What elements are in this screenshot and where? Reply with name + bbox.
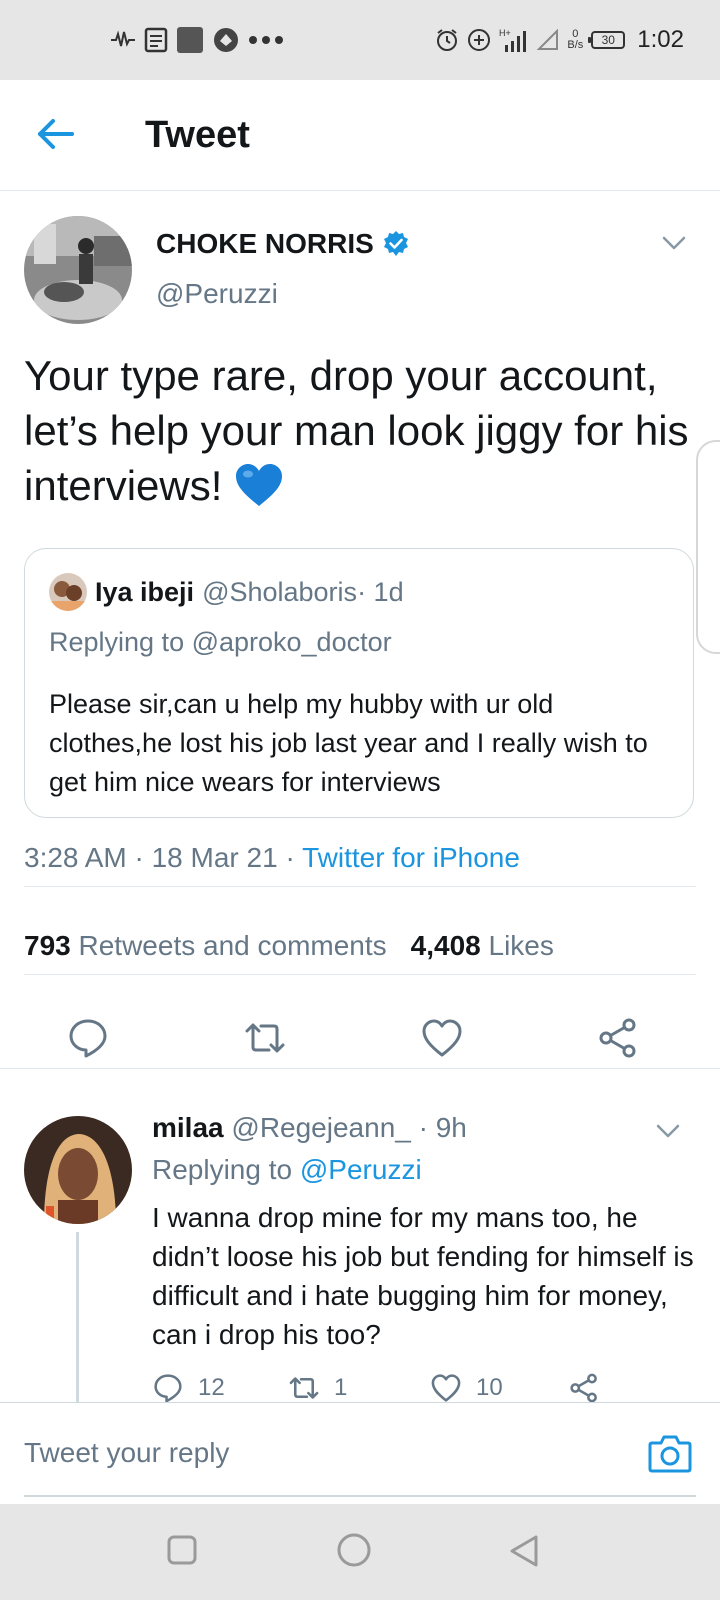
quoted-text: Please sir,can u help my hubby with ur o… [49, 689, 648, 797]
replying-prefix: Replying to [152, 1154, 300, 1185]
share-icon [599, 1018, 636, 1058]
quoted-replying-to: Replying to @aproko_doctor [49, 627, 392, 657]
reply-author-name[interactable]: milaa [152, 1112, 224, 1143]
quoted-tweet-header: Iya ibeji @Sholaboris · 1d [49, 573, 404, 611]
recents-button[interactable] [166, 1534, 198, 1571]
retweet-button[interactable] [243, 1016, 287, 1060]
divider [24, 886, 696, 887]
signal-icon: H+ [499, 27, 529, 53]
comment-icon [69, 1019, 107, 1058]
status-bar-right: H+ 0 B/s 30 1:02 [435, 24, 684, 56]
thread-line [76, 1232, 79, 1402]
reply-menu-button[interactable] [656, 1124, 680, 1143]
circle-icon [337, 1533, 371, 1567]
status-bar-left [110, 24, 284, 56]
signal-empty-icon [537, 29, 559, 51]
reply-text: I wanna drop mine for my mans too, he di… [152, 1202, 694, 1350]
share-button[interactable] [596, 1016, 640, 1060]
likes-stat[interactable]: 4,408 Likes [411, 930, 554, 962]
camera-icon [648, 1435, 692, 1473]
chevron-down-icon [656, 1124, 680, 1138]
reply-retweet-count: 1 [334, 1374, 348, 1401]
clock: 1:02 [637, 26, 684, 53]
replying-to-link[interactable]: @Peruzzi [300, 1154, 422, 1185]
comment-icon [154, 1374, 182, 1402]
reply-like-count: 10 [476, 1374, 503, 1401]
retweets-label: Retweets and comments [78, 930, 387, 961]
verified-badge-icon [383, 231, 408, 256]
retweet-icon [289, 1377, 319, 1399]
tweet-source-link[interactable]: Twitter for iPhone [302, 842, 520, 873]
reply-like-button[interactable]: 10 [430, 1372, 503, 1402]
status-bar: H+ 0 B/s 30 1:02 [0, 0, 720, 80]
author-name-row[interactable]: CHOKE NORRIS [156, 228, 410, 260]
likes-label: Likes [488, 930, 554, 961]
system-nav-bar [0, 1504, 720, 1600]
reply-retweet-button[interactable]: 1 [288, 1372, 347, 1402]
back-arrow-icon [38, 119, 74, 149]
square-app-icon [176, 26, 204, 54]
blue-heart-emoji [234, 462, 284, 521]
net-speed-unit: B/s [567, 39, 584, 51]
tweet-action-bar [0, 1016, 720, 1072]
reply-replying-to: Replying to @Peruzzi [152, 1154, 422, 1186]
reply-comment-count: 12 [198, 1374, 225, 1401]
tweet-text: Your type rare, drop your account, let’s… [24, 348, 694, 521]
page-title: Tweet [145, 114, 250, 156]
divider [24, 974, 696, 975]
quoted-avatar [49, 573, 87, 611]
heart-icon [431, 1374, 461, 1402]
retweet-icon [245, 1023, 285, 1053]
author-handle[interactable]: @Peruzzi [156, 278, 278, 310]
retweets-stat[interactable]: 793 Retweets and comments [24, 930, 387, 962]
reply-button[interactable] [66, 1016, 110, 1060]
tweet-stats: 793 Retweets and comments 4,408 Likes [24, 930, 554, 962]
composer-underline [24, 1495, 696, 1497]
reply-composer: Tweet your reply [0, 1402, 720, 1505]
data-saver-icon [467, 28, 491, 52]
heart-icon [422, 1019, 462, 1057]
alarm-icon [435, 28, 459, 52]
back-button[interactable] [36, 116, 76, 152]
tweet-timestamp: 3:28 AM · 18 Mar 21 · [24, 842, 303, 873]
tweet-menu-button[interactable] [662, 236, 686, 255]
tweet-text-body: Your type rare, drop your account, let’s… [24, 352, 689, 509]
home-button[interactable] [336, 1532, 372, 1573]
triangle-back-icon [510, 1535, 538, 1567]
back-nav-button[interactable] [508, 1534, 540, 1573]
quoted-handle: @Sholaboris [202, 576, 358, 607]
battery-icon: 30 [588, 31, 626, 49]
retweets-count: 793 [24, 930, 71, 961]
reply-action-bar: 12 1 10 [152, 1362, 712, 1402]
reply-share-button[interactable] [568, 1372, 600, 1402]
svg-text:H+: H+ [499, 28, 511, 38]
likes-count: 4,408 [410, 930, 481, 961]
like-button[interactable] [420, 1016, 464, 1060]
share-icon [570, 1373, 597, 1402]
square-icon [167, 1535, 197, 1565]
battery-level: 30 [601, 33, 615, 47]
chevron-down-icon [662, 236, 686, 250]
net-speed: 0 B/s [567, 29, 583, 51]
app-header: Tweet [0, 80, 720, 191]
quoted-tweet[interactable]: Iya ibeji @Sholaboris · 1d Replying to @… [24, 548, 694, 818]
camera-button[interactable] [648, 1433, 692, 1478]
document-icon [144, 27, 168, 53]
divider [0, 1068, 720, 1069]
quoted-time: · 1d [357, 576, 404, 607]
waveform-icon [110, 30, 136, 50]
author-name[interactable]: CHOKE NORRIS [156, 228, 374, 260]
vpn-icon [212, 26, 240, 54]
edge-scroll-handle[interactable] [696, 440, 720, 654]
author-avatar[interactable] [24, 216, 132, 324]
reply-avatar[interactable] [24, 1116, 132, 1224]
more-dots-icon [248, 35, 284, 45]
reply-comment-button[interactable]: 12 [152, 1372, 225, 1402]
reply-input[interactable]: Tweet your reply [24, 1437, 229, 1469]
quoted-name: Iya ibeji [95, 576, 195, 607]
reply-header: milaa @Regejeann_ · 9h [152, 1112, 467, 1144]
reply-handle-time: @Regejeann_ · 9h [223, 1112, 467, 1143]
tweet-timestamp-row: 3:28 AM · 18 Mar 21 · Twitter for iPhone [24, 842, 520, 874]
